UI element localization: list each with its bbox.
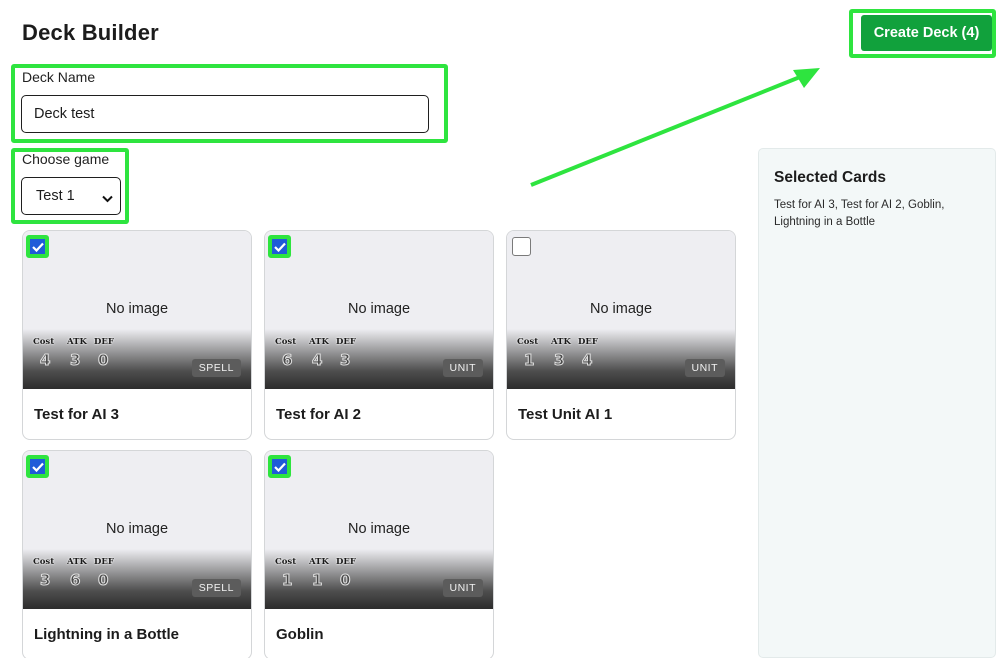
card-checkbox[interactable] <box>268 455 291 478</box>
card-name: Goblin <box>276 625 324 643</box>
no-image-text: No image <box>347 301 411 317</box>
def-value: 4 <box>581 351 593 370</box>
card-image: No image <box>23 451 251 549</box>
atk-label: ATK <box>67 337 87 347</box>
atk-label: ATK <box>309 557 329 567</box>
deck-name-input[interactable] <box>21 95 429 133</box>
deck-name-label: Deck Name <box>22 69 96 85</box>
atk-value: 3 <box>69 351 81 370</box>
card-image: No image <box>265 231 493 329</box>
card-name: Lightning in a Bottle <box>34 625 179 643</box>
cost-label: Cost <box>275 557 297 567</box>
def-value: 3 <box>339 351 351 370</box>
game-select-value: Test 1 <box>36 188 75 204</box>
atk-value: 4 <box>311 351 323 370</box>
selected-cards-title: Selected Cards <box>774 169 886 186</box>
card-name: Test for AI 3 <box>34 405 120 423</box>
card-checkbox[interactable] <box>512 237 531 256</box>
def-value: 0 <box>97 351 109 370</box>
cost-label: Cost <box>517 337 539 347</box>
card-type-badge: SPELL <box>191 359 241 377</box>
def-value: 0 <box>97 571 109 590</box>
cost-label: Cost <box>275 337 297 347</box>
cost-value: 6 <box>281 351 293 370</box>
chevron-down-icon <box>102 191 113 207</box>
card-stats: Cost ATK DEF 1 3 4 UNIT <box>507 329 735 389</box>
create-deck-button[interactable]: Create Deck (4) <box>861 15 992 51</box>
card-stats: Cost ATK DEF 3 6 0 SPELL <box>23 549 251 609</box>
selected-cards-panel: Selected Cards Test for AI 3, Test for A… <box>758 148 996 658</box>
atk-value: 3 <box>553 351 565 370</box>
def-label: DEF <box>94 337 114 347</box>
card-image: No image <box>507 231 735 329</box>
selected-cards-list: Test for AI 3, Test for AI 2, Goblin, Li… <box>774 199 945 228</box>
check-icon <box>31 242 44 252</box>
atk-label: ATK <box>67 557 87 567</box>
card-item[interactable]: No image Cost ATK DEF 6 4 3 UNIT Test for AI 2 <box>264 230 494 440</box>
atk-label: ATK <box>309 337 329 347</box>
card-image: No image <box>265 451 493 549</box>
def-label: DEF <box>578 337 598 347</box>
no-image-text: No image <box>589 301 653 317</box>
card-checkbox[interactable] <box>26 235 49 258</box>
card-type-badge: SPELL <box>191 579 241 597</box>
cost-value: 3 <box>39 571 51 590</box>
cost-label: Cost <box>33 337 55 347</box>
atk-label: ATK <box>551 337 571 347</box>
card-checkbox[interactable] <box>268 235 291 258</box>
cost-value: 1 <box>281 571 293 590</box>
card-type-badge: UNIT <box>442 359 483 377</box>
page-title: Deck Builder <box>22 20 159 45</box>
no-image-text: No image <box>105 521 169 537</box>
card-checkbox[interactable] <box>26 455 49 478</box>
def-value: 0 <box>339 571 351 590</box>
def-label: DEF <box>336 337 356 347</box>
card-stats: Cost ATK DEF 6 4 3 UNIT <box>265 329 493 389</box>
card-name: Test for AI 2 <box>276 405 362 423</box>
no-image-text: No image <box>347 521 411 537</box>
cost-value: 1 <box>523 351 535 370</box>
no-image-text: No image <box>105 301 169 317</box>
atk-value: 6 <box>69 571 81 590</box>
cost-label: Cost <box>33 557 55 567</box>
card-item[interactable]: No image Cost ATK DEF 1 3 4 UNIT Test Unit AI 1 <box>506 230 736 440</box>
def-label: DEF <box>336 557 356 567</box>
card-image: No image <box>23 231 251 329</box>
card-item[interactable]: No image Cost ATK DEF 3 6 0 SPELL Lightning in a… <box>22 450 252 658</box>
atk-value: 1 <box>311 571 323 590</box>
card-name: Test Unit AI 1 <box>518 405 613 423</box>
cost-value: 4 <box>39 351 51 370</box>
card-item[interactable]: No image Cost ATK DEF 1 1 0 UNIT Goblin <box>264 450 494 658</box>
card-type-badge: UNIT <box>684 359 725 377</box>
game-select[interactable]: Test 1 <box>21 177 121 215</box>
card-item[interactable]: No image Cost ATK DEF 4 3 0 SPELL Test for AI 3 <box>22 230 252 440</box>
card-type-badge: UNIT <box>442 579 483 597</box>
choose-game-label: Choose game <box>22 151 110 167</box>
def-label: DEF <box>94 557 114 567</box>
check-icon <box>31 462 44 472</box>
check-icon <box>273 462 286 472</box>
card-stats: Cost ATK DEF 4 3 0 SPELL <box>23 329 251 389</box>
card-stats: Cost ATK DEF 1 1 0 UNIT <box>265 549 493 609</box>
check-icon <box>273 242 286 252</box>
